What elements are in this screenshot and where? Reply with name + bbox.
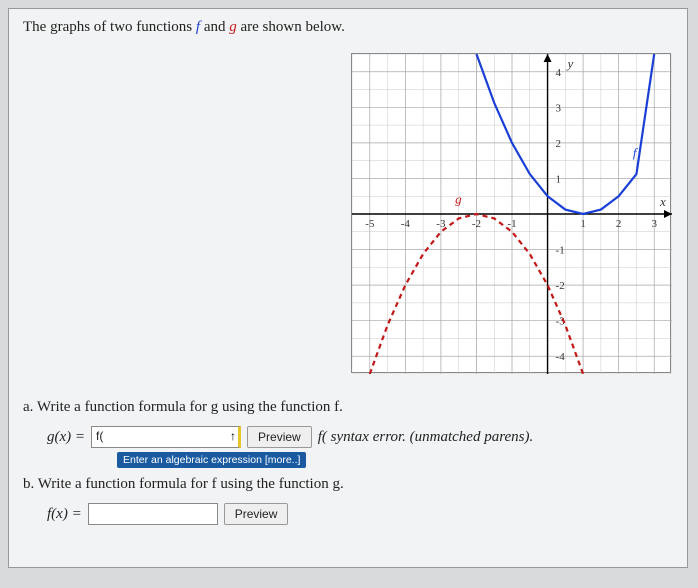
svg-text:-2: -2 (556, 280, 565, 292)
prompt-lead: The graphs of two functions (23, 19, 196, 35)
svg-text:1: 1 (580, 218, 586, 230)
g-lhs: g(x) = (47, 429, 85, 446)
part-a-text: a. Write a function formula for g using … (23, 399, 673, 416)
svg-text:-4: -4 (401, 218, 411, 230)
svg-text:-4: -4 (556, 351, 566, 363)
preview-button-f[interactable]: Preview (224, 503, 289, 525)
f-lhs: f(x) = (47, 506, 82, 523)
input-tooltip[interactable]: Enter an algebraic expression [more..] (117, 452, 306, 468)
part-b-text: b. Write a function formula for f using … (23, 476, 673, 493)
graph-svg: -5-4-3-2-1123-4-3-2-11234fgxy (352, 54, 672, 374)
f-equation-row: f(x) = Preview (47, 503, 673, 525)
fn-g-label: g (229, 19, 237, 35)
prompt-tail: are shown below. (237, 19, 345, 35)
svg-text:4: 4 (556, 67, 562, 79)
function-graph: -5-4-3-2-1123-4-3-2-11234fgxy (351, 53, 671, 373)
prompt-and: and (200, 19, 229, 35)
svg-text:-1: -1 (556, 245, 565, 257)
prompt-text: The graphs of two functions f and g are … (23, 19, 673, 36)
svg-text:g: g (455, 191, 462, 206)
svg-text:-2: -2 (472, 218, 481, 230)
svg-text:3: 3 (556, 102, 562, 114)
svg-text:1: 1 (556, 173, 562, 185)
svg-text:3: 3 (651, 218, 657, 230)
svg-text:x: x (659, 194, 666, 209)
g-feedback: f( syntax error. (unmatched parens). (318, 429, 534, 446)
g-equation-row: g(x) = f( ↑ Preview f( syntax error. (un… (47, 426, 673, 448)
svg-text:2: 2 (556, 138, 562, 150)
svg-text:2: 2 (616, 218, 622, 230)
g-input-value: f( (96, 429, 103, 443)
f-input[interactable] (88, 503, 218, 525)
svg-text:-5: -5 (365, 218, 375, 230)
preview-button-g[interactable]: Preview (247, 426, 312, 448)
cursor-icon: ↑ (230, 429, 236, 443)
g-input[interactable]: f( ↑ (91, 426, 241, 448)
svg-text:y: y (566, 56, 574, 71)
